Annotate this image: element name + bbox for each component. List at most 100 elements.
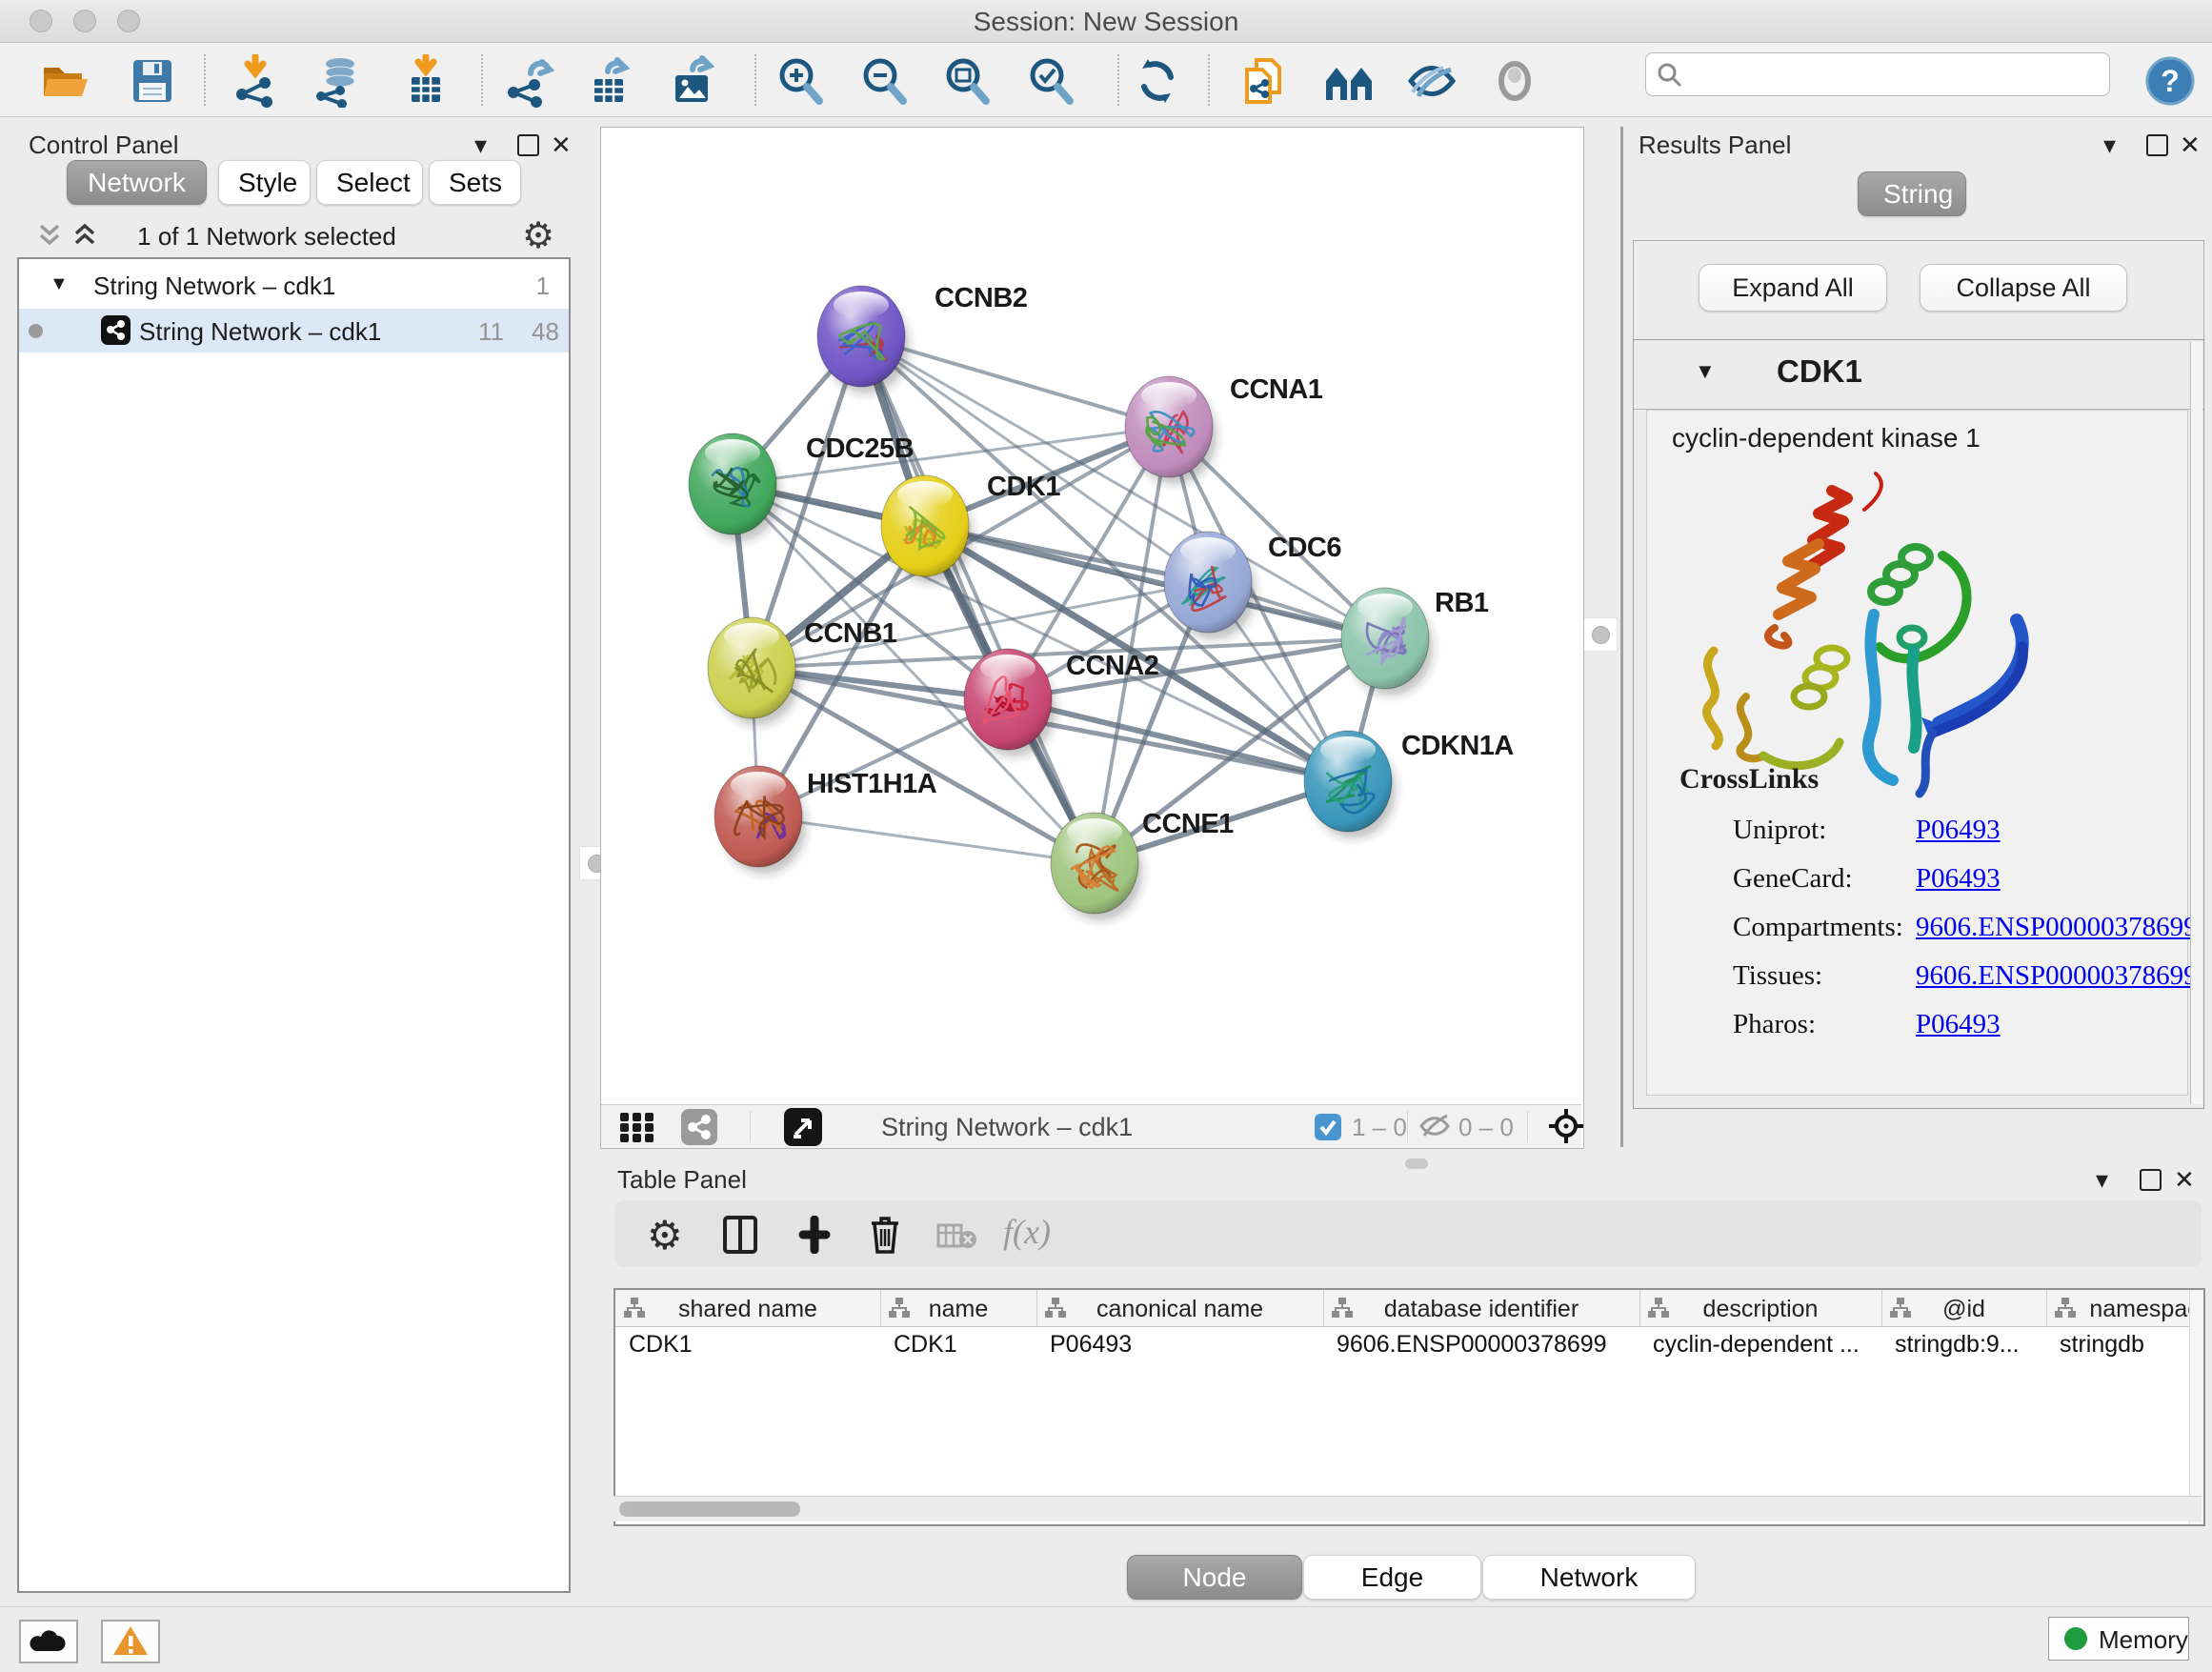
crosslink-link[interactable]: 9606.ENSP00000378699 [1916, 912, 2198, 943]
export-table-icon[interactable] [583, 54, 636, 108]
table-cell[interactable]: stringdb:9... [1881, 1326, 2046, 1363]
warning-status-button[interactable] [101, 1620, 160, 1663]
zoom-in-icon[interactable] [774, 54, 827, 108]
node-CDC25B[interactable] [689, 433, 780, 541]
grid-view-icon[interactable] [618, 1111, 660, 1143]
table-cell[interactable]: 9606.ENSP00000378699 [1323, 1326, 1639, 1363]
column-header-canonical-name[interactable]: canonical name [1036, 1290, 1324, 1326]
network-share-icon[interactable] [681, 1109, 717, 1145]
node-RB1[interactable] [1341, 588, 1433, 695]
tab-edge-table[interactable]: Edge Table [1303, 1555, 1481, 1600]
import-database-icon[interactable] [312, 54, 365, 108]
tab-network-table[interactable]: Network Table [1482, 1555, 1696, 1600]
node-CDC6[interactable] [1164, 532, 1256, 639]
tab-select[interactable]: Select [316, 160, 423, 205]
close-panel-icon[interactable]: ✕ [2180, 132, 2201, 157]
zoom-selected-icon[interactable] [1024, 54, 1077, 108]
protein-section-header[interactable]: ▼ CDK1 [1634, 340, 2203, 410]
right-splitter-handle[interactable] [1583, 617, 1618, 652]
float-panel-icon[interactable] [2146, 134, 2168, 156]
help-button[interactable]: ? [2145, 56, 2195, 106]
edge-count: 48 [532, 317, 559, 347]
network-collection-row[interactable]: ▼ String Network – cdk1 1 [19, 265, 569, 309]
node-CCNE1[interactable] [1051, 813, 1142, 920]
fit-content-crosshair-icon[interactable] [1548, 1108, 1584, 1144]
refresh-icon[interactable] [1129, 54, 1182, 108]
edge-CCNE1-HIST1H1A[interactable] [758, 816, 1095, 863]
delete-column-icon[interactable] [866, 1214, 904, 1256]
close-panel-icon[interactable]: ✕ [551, 132, 572, 157]
import-network-icon[interactable] [231, 54, 284, 108]
collapse-triangle-icon[interactable]: ▼ [50, 273, 69, 295]
tab-style[interactable]: Style [218, 160, 311, 205]
float-panel-icon[interactable] [517, 134, 539, 156]
table-settings-gear-icon[interactable]: ⚙ [647, 1212, 683, 1259]
close-panel-icon[interactable]: ✕ [2174, 1167, 2195, 1192]
float-menu-icon[interactable]: ▾ [2103, 132, 2116, 157]
node-HIST1H1A[interactable] [714, 766, 806, 874]
crosslink-link[interactable]: P06493 [1916, 1009, 2001, 1040]
network-options-gear-icon[interactable]: ⚙ [522, 214, 554, 256]
node-CCNB1[interactable] [708, 617, 799, 725]
float-menu-icon[interactable]: ▾ [2096, 1167, 2108, 1192]
tab-network[interactable]: Network [67, 160, 207, 205]
selected-checkbox-icon[interactable] [1314, 1113, 1342, 1141]
column-header-name[interactable]: name [880, 1290, 1037, 1326]
node-CCNA1[interactable] [1125, 376, 1217, 484]
node-table[interactable]: shared namenamecanonical namedatabase id… [613, 1288, 2205, 1526]
zoom-fit-icon[interactable] [940, 54, 994, 108]
crosslink-link[interactable]: P06493 [1916, 863, 2001, 895]
column-header-description[interactable]: description [1639, 1290, 1882, 1326]
float-menu-icon[interactable]: ▾ [474, 132, 487, 157]
create-column-icon[interactable] [795, 1216, 834, 1254]
column-header-shared-name[interactable]: shared name [615, 1290, 881, 1326]
export-image-icon[interactable] [666, 54, 719, 108]
table-horizontal-scrollbar[interactable] [613, 1496, 2202, 1521]
table-vertical-scrollbar[interactable] [2189, 1290, 2203, 1524]
open-session-icon[interactable] [38, 54, 91, 108]
show-columns-icon[interactable] [721, 1216, 759, 1254]
export-network-icon[interactable] [502, 54, 555, 108]
search-field[interactable] [1645, 52, 2110, 96]
float-panel-icon[interactable] [2140, 1169, 2162, 1191]
hide-selected-icon[interactable] [1405, 54, 1458, 108]
show-hidden-icon[interactable] [1488, 54, 1541, 108]
network-graph[interactable]: CCNB2CCNA1CDC25BCDK1CDC6RB1CCNB1CCNA2CDK… [601, 128, 1581, 1104]
column-header--id[interactable]: @id [1881, 1290, 2047, 1326]
collapse-all-button[interactable]: Collapse All [1920, 264, 2127, 312]
save-session-icon[interactable] [126, 54, 179, 108]
first-neighbors-icon[interactable] [1322, 54, 1376, 108]
expand-all-button[interactable]: Expand All [1699, 264, 1887, 312]
collapse-triangle-icon[interactable]: ▼ [1695, 359, 1716, 384]
column-header-database-identifier[interactable]: database identifier [1323, 1290, 1640, 1326]
network-row-selected[interactable]: String Network – cdk1 11 48 [19, 309, 569, 353]
table-cell[interactable]: CDK1 [880, 1326, 1036, 1363]
memory-button[interactable]: Memory [2048, 1617, 2189, 1661]
table-row[interactable]: CDK1CDK1P064939606.ENSP00000378699cyclin… [615, 1326, 2205, 1363]
node-CDK1[interactable] [881, 475, 973, 583]
cloud-status-button[interactable] [19, 1620, 78, 1663]
crosslink-link[interactable]: P06493 [1916, 815, 2001, 846]
column-header-namespace[interactable]: namespace [2046, 1290, 2205, 1326]
tab-sets[interactable]: Sets [429, 160, 521, 205]
edge-CCNA2-CDKN1A[interactable] [1008, 699, 1348, 781]
node-CCNB2[interactable] [817, 286, 909, 393]
node-CDKN1A[interactable] [1304, 731, 1396, 838]
tab-node-table[interactable]: Node Table [1127, 1555, 1302, 1600]
results-scrollbar[interactable] [2190, 342, 2202, 1104]
table-cell[interactable]: stringdb [2046, 1326, 2205, 1363]
table-cell[interactable]: cyclin-dependent ... [1639, 1326, 1881, 1363]
birdseye-view-icon[interactable] [784, 1108, 822, 1146]
tab-string[interactable]: String [1858, 171, 1966, 216]
network-canvas[interactable]: CCNB2CCNA1CDC25BCDK1CDC6RB1CCNB1CCNA2CDK… [600, 127, 1584, 1149]
zoom-out-icon[interactable] [857, 54, 911, 108]
node-label-CCNE1: CCNE1 [1142, 809, 1234, 839]
table-cell[interactable]: P06493 [1036, 1326, 1323, 1363]
search-input[interactable] [1688, 55, 2101, 91]
hidden-eye-icon [1418, 1113, 1451, 1139]
import-table-icon[interactable] [399, 54, 452, 108]
crosslink-link[interactable]: 9606.ENSP00000378699 [1916, 960, 2198, 992]
duplicate-network-icon[interactable] [1239, 54, 1293, 108]
table-cell[interactable]: CDK1 [615, 1326, 880, 1363]
scrollbar-thumb[interactable] [619, 1501, 800, 1517]
